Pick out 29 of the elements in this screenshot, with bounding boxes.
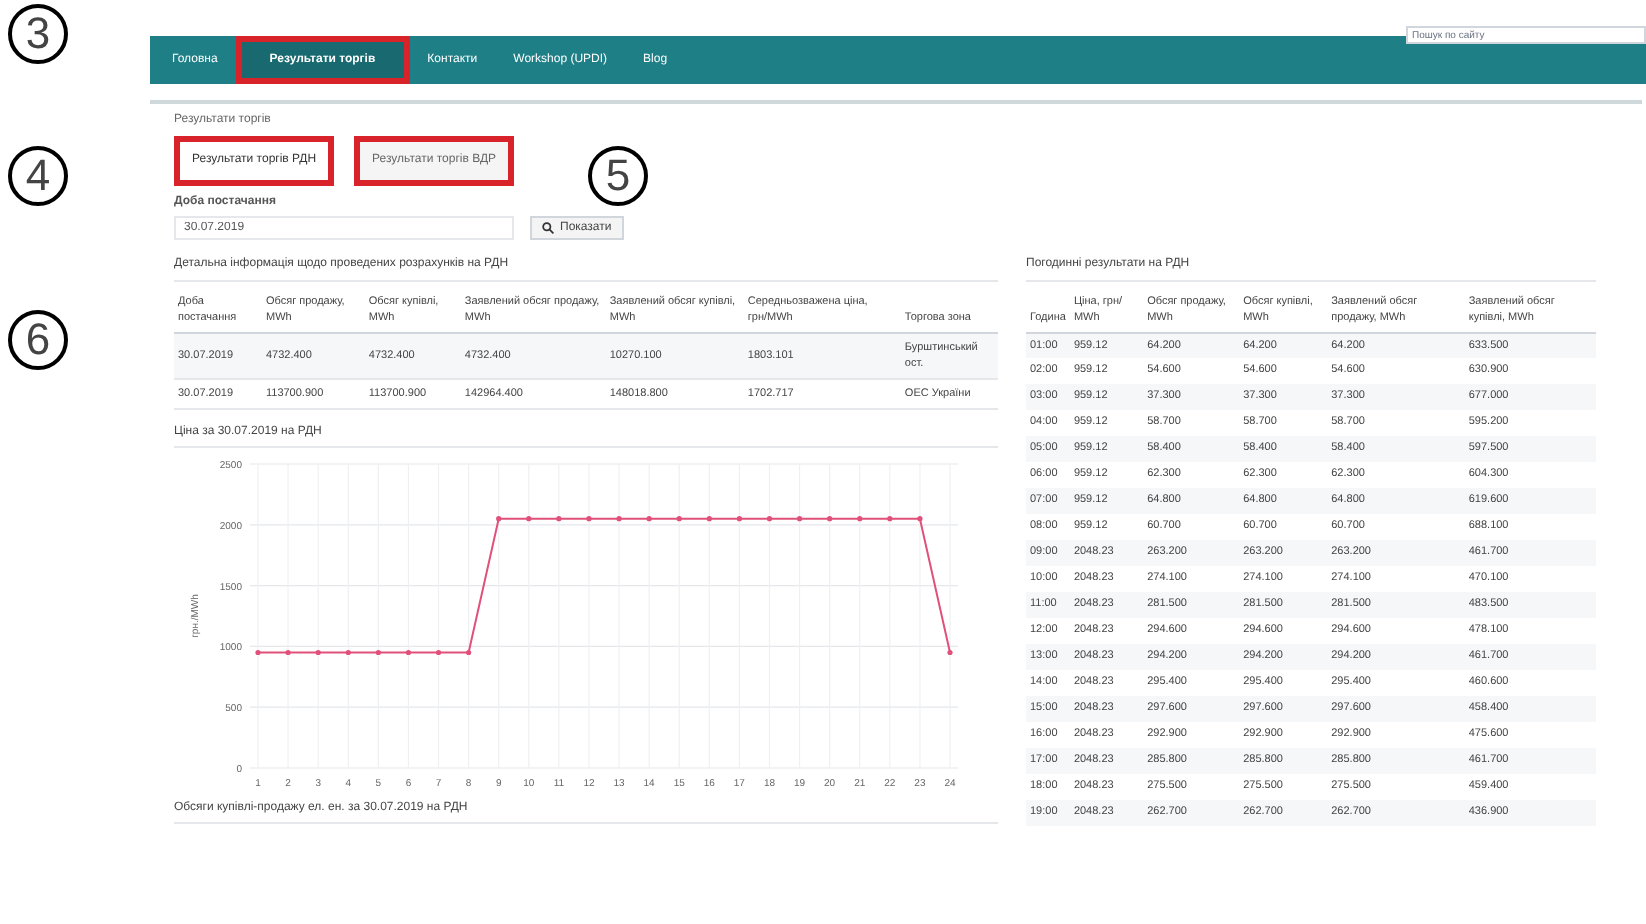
data-point	[586, 516, 592, 522]
data-point	[857, 516, 863, 522]
search-icon	[542, 222, 554, 234]
data-point	[736, 516, 742, 522]
data-point	[496, 516, 502, 522]
data-point	[556, 516, 562, 522]
data-point	[255, 650, 261, 656]
data-point	[526, 516, 532, 522]
data-point	[796, 516, 803, 522]
data-point	[646, 516, 652, 522]
data-point	[435, 650, 442, 656]
data-point	[917, 516, 923, 522]
data-point	[375, 650, 381, 656]
data-point	[616, 516, 622, 522]
annotation-number: 3	[8, 4, 68, 64]
data-point	[947, 650, 953, 656]
data-point	[466, 650, 472, 656]
data-point	[887, 516, 893, 522]
data-point	[827, 516, 833, 522]
data-point	[405, 650, 412, 656]
data-point	[315, 650, 321, 656]
annotation-number: 4	[8, 146, 68, 206]
data-point	[706, 516, 712, 522]
data-point	[285, 650, 291, 656]
data-point	[345, 650, 351, 656]
data-point	[766, 516, 773, 522]
data-point	[676, 516, 682, 522]
annotation-number: 5	[588, 146, 648, 206]
annotation-number: 6	[8, 310, 68, 370]
